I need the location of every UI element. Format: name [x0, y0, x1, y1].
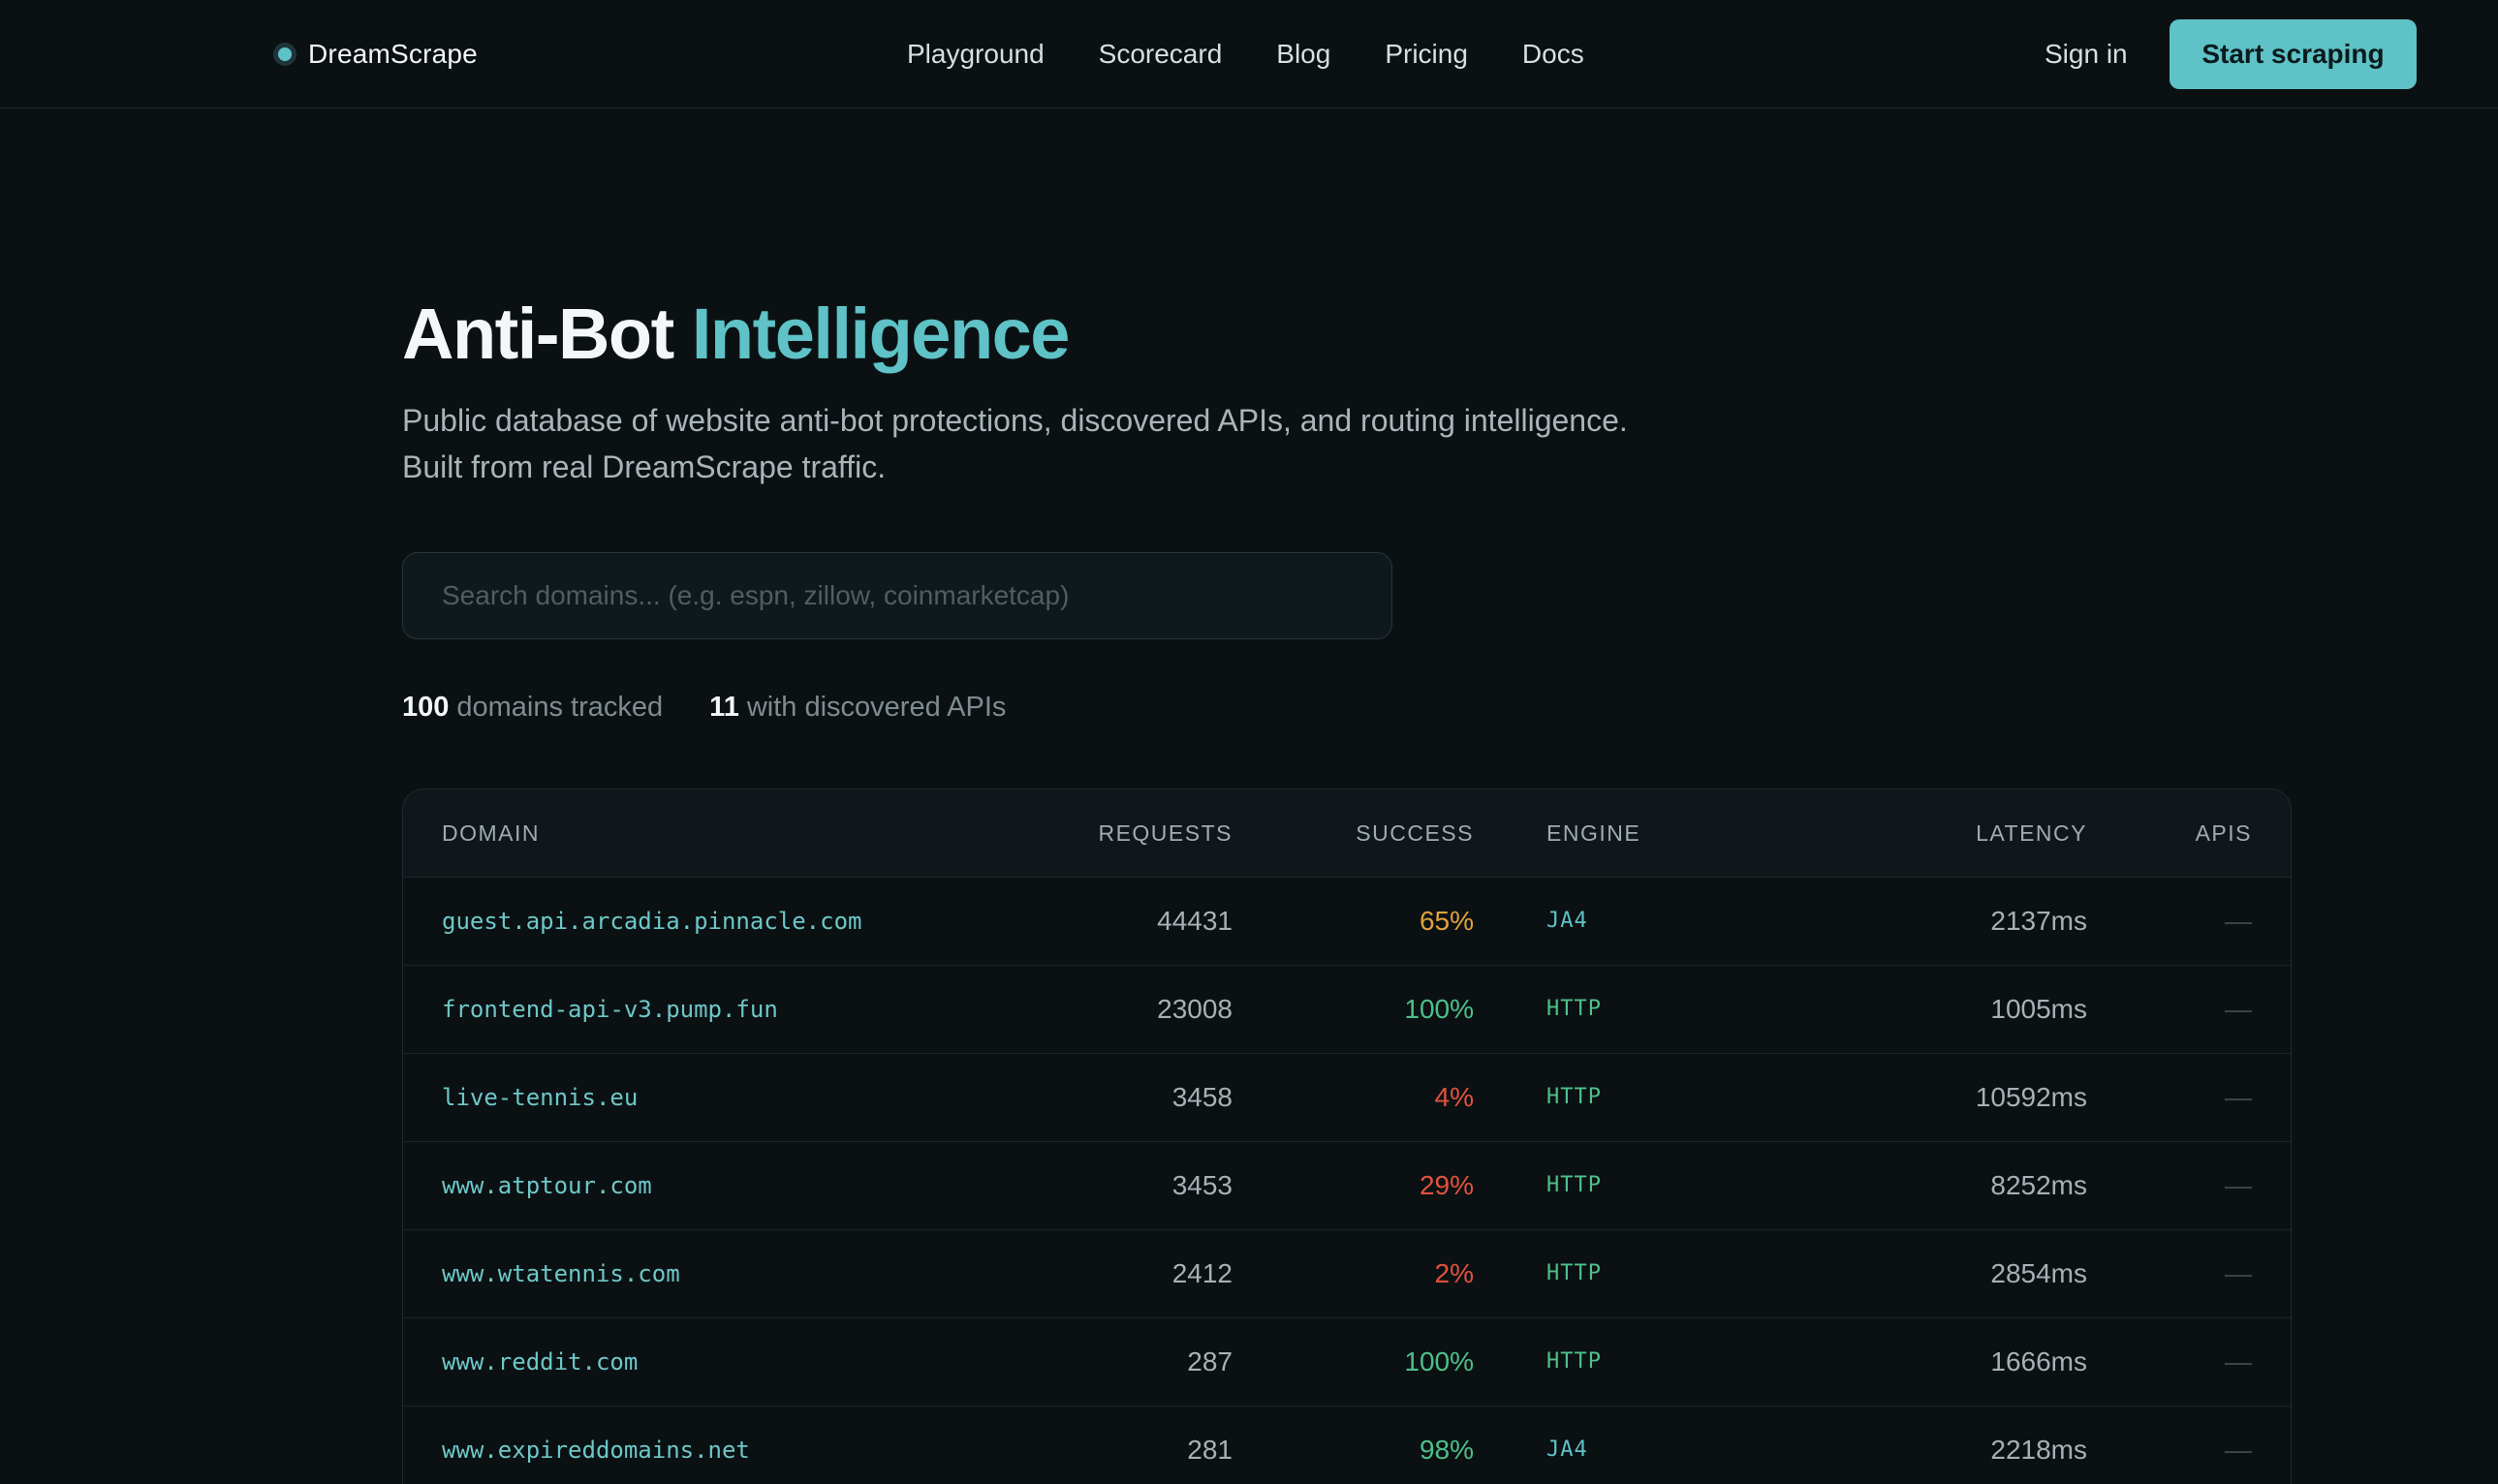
cell-success: 100%: [1404, 994, 1474, 1024]
table-row[interactable]: www.wtatennis.com 2412 2% HTTP 2854ms —: [403, 1230, 2291, 1318]
site-header: DreamScrape Playground Scorecard Blog Pr…: [0, 0, 2498, 108]
cell-requests: 281: [1187, 1435, 1233, 1465]
cell-engine: HTTP: [1546, 1085, 1602, 1109]
cell-latency: 1005ms: [1990, 994, 2087, 1024]
nav-link-scorecard[interactable]: Scorecard: [1099, 39, 1223, 70]
cell-apis: —: [2225, 906, 2252, 936]
domains-table: DOMAIN REQUESTS SUCCESS ENGINE LATENCY A…: [402, 788, 2292, 1484]
cell-latency: 1666ms: [1990, 1346, 2087, 1376]
logo-text: DreamScrape: [308, 39, 478, 69]
cell-success: 29%: [1419, 1170, 1474, 1200]
cell-engine: JA4: [1546, 1438, 1588, 1462]
stat-discovered-apis: 11 with discovered APIs: [709, 692, 1006, 724]
cell-requests: 3458: [1171, 1082, 1233, 1112]
cell-apis: —: [2225, 1082, 2252, 1112]
subtitle-line-1: Public database of website anti-bot prot…: [402, 403, 1628, 438]
start-scraping-button[interactable]: Start scraping: [2170, 19, 2417, 89]
cell-requests: 2412: [1171, 1258, 1233, 1288]
cell-engine: HTTP: [1546, 1349, 1602, 1374]
cell-success: 65%: [1419, 906, 1474, 936]
cell-engine: JA4: [1546, 909, 1588, 933]
cell-requests: 23008: [1157, 994, 1233, 1024]
table-row[interactable]: www.atptour.com 3453 29% HTTP 8252ms —: [403, 1142, 2291, 1230]
column-header-apis[interactable]: APIS: [2196, 789, 2252, 877]
nav-link-pricing[interactable]: Pricing: [1385, 39, 1468, 70]
cell-domain[interactable]: www.expireddomains.net: [442, 1407, 750, 1484]
logo-dot-icon: [273, 43, 297, 66]
table-header: DOMAIN REQUESTS SUCCESS ENGINE LATENCY A…: [403, 789, 2291, 878]
page-subtitle: Public database of website anti-bot prot…: [402, 397, 1759, 490]
cell-domain[interactable]: www.wtatennis.com: [442, 1230, 680, 1317]
cell-domain[interactable]: www.atptour.com: [442, 1142, 652, 1229]
cell-apis: —: [2225, 1258, 2252, 1288]
nav-link-blog[interactable]: Blog: [1276, 39, 1330, 70]
cell-domain[interactable]: frontend-api-v3.pump.fun: [442, 966, 778, 1053]
cell-engine: HTTP: [1546, 1261, 1602, 1285]
cell-latency: 2218ms: [1990, 1435, 2087, 1465]
cell-success: 4%: [1434, 1082, 1474, 1112]
cell-apis: —: [2225, 1170, 2252, 1200]
cell-domain[interactable]: www.reddit.com: [442, 1318, 638, 1406]
stat-domains-tracked: 100 domains tracked: [402, 692, 663, 724]
cell-success: 98%: [1419, 1435, 1474, 1465]
domain-search-input[interactable]: [402, 552, 1392, 639]
cell-success: 2%: [1434, 1258, 1474, 1288]
column-header-success[interactable]: SUCCESS: [1356, 789, 1474, 877]
page-title: Anti-Bot Intelligence: [402, 291, 1071, 378]
cell-latency: 10592ms: [1975, 1082, 2087, 1112]
table-row[interactable]: frontend-api-v3.pump.fun 23008 100% HTTP 100…: [403, 966, 2291, 1054]
cell-domain[interactable]: guest.api.arcadia.pinnacle.com: [442, 878, 861, 965]
cell-requests: 44431: [1157, 906, 1233, 936]
sign-in-link[interactable]: Sign in: [2045, 35, 2128, 74]
cell-latency: 2854ms: [1990, 1258, 2087, 1288]
column-header-engine[interactable]: ENGINE: [1546, 789, 1640, 877]
stat-apis-label: with discovered APIs: [746, 691, 1007, 723]
cell-engine: HTTP: [1546, 997, 1602, 1021]
stat-apis-count: 11: [709, 691, 739, 723]
cell-latency: 2137ms: [1990, 906, 2087, 936]
main-nav: Playground Scorecard Blog Pricing Docs: [907, 35, 1584, 74]
cell-engine: HTTP: [1546, 1173, 1602, 1197]
stat-domains-count: 100: [402, 691, 450, 723]
nav-link-docs[interactable]: Docs: [1522, 39, 1584, 70]
cell-requests: 287: [1187, 1346, 1233, 1376]
column-header-requests[interactable]: REQUESTS: [1098, 789, 1233, 877]
page-title-accent: Intelligence: [691, 294, 1071, 374]
column-header-latency[interactable]: LATENCY: [1976, 789, 2087, 877]
stat-domains-label: domains tracked: [456, 691, 664, 723]
cell-success: 100%: [1404, 1346, 1474, 1376]
cell-requests: 3453: [1171, 1170, 1233, 1200]
nav-link-playground[interactable]: Playground: [907, 39, 1045, 70]
cell-apis: —: [2225, 1346, 2252, 1376]
table-row[interactable]: guest.api.arcadia.pinnacle.com 44431 65% JA…: [403, 878, 2291, 966]
table-row[interactable]: www.expireddomains.net 281 98% JA4 2218ms —: [403, 1407, 2291, 1484]
table-body: guest.api.arcadia.pinnacle.com 44431 65% JA…: [403, 878, 2291, 1484]
table-row[interactable]: live-tennis.eu 3458 4% HTTP 10592ms —: [403, 1054, 2291, 1142]
cell-apis: —: [2225, 1435, 2252, 1465]
page-title-main: Anti-Bot: [402, 294, 674, 374]
logo[interactable]: DreamScrape: [273, 35, 478, 74]
cell-apis: —: [2225, 994, 2252, 1024]
column-header-domain[interactable]: DOMAIN: [442, 789, 540, 877]
table-row[interactable]: www.reddit.com 287 100% HTTP 1666ms —: [403, 1318, 2291, 1407]
cell-domain[interactable]: live-tennis.eu: [442, 1054, 638, 1141]
cell-latency: 8252ms: [1990, 1170, 2087, 1200]
stats-bar: 100 domains tracked 11 with discovered API…: [402, 688, 1052, 727]
subtitle-line-2: Built from real DreamScrape traffic.: [402, 449, 887, 484]
